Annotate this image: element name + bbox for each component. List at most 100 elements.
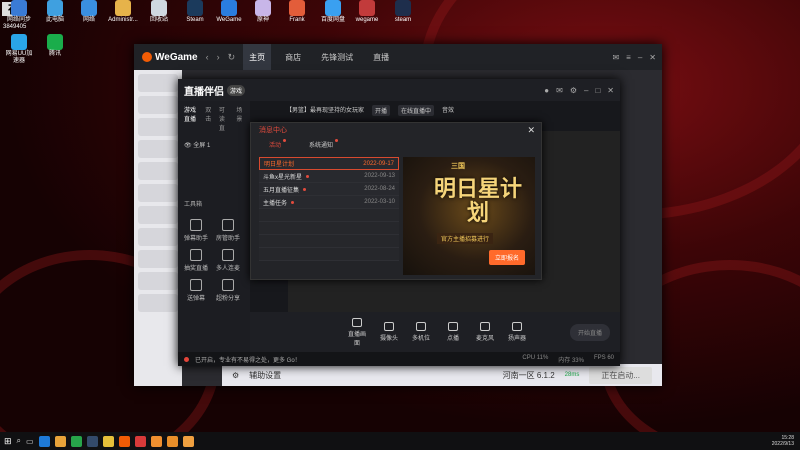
- desktop-icon[interactable]: 回收站: [144, 0, 174, 24]
- sound-effect-link[interactable]: 音效: [442, 105, 454, 116]
- speaker-button[interactable]: 扬声器: [506, 322, 528, 342]
- menu-icon[interactable]: ≡: [626, 53, 631, 62]
- launch-button[interactable]: 正在启动...: [589, 366, 652, 384]
- clock[interactable]: 15:28 2022/9/13: [772, 435, 800, 447]
- refresh-icon[interactable]: ↻: [228, 52, 236, 63]
- tab-double[interactable]: 双击: [205, 105, 213, 132]
- taskbar-app-icon[interactable]: [166, 435, 178, 447]
- camera-button[interactable]: 摄像头: [378, 322, 400, 342]
- message-item[interactable]: 明日星计划 2022-09-17: [259, 157, 399, 170]
- search-icon[interactable]: ⌕: [17, 436, 21, 446]
- tab-readable[interactable]: 可读直: [219, 105, 230, 132]
- tab-game-live[interactable]: 游戏直播: [184, 105, 199, 132]
- taskbar-app-icon[interactable]: [86, 435, 98, 447]
- screen-capture-button[interactable]: 直播画面: [346, 317, 368, 347]
- close-icon[interactable]: ✕: [527, 125, 535, 136]
- tool-label: 送弹幕: [186, 296, 205, 302]
- taskbar-app-icon[interactable]: [118, 435, 130, 447]
- sidebar-item[interactable]: [138, 206, 178, 224]
- taskbar-app-icon[interactable]: [102, 435, 114, 447]
- sidebar-item[interactable]: [138, 96, 178, 114]
- assist-settings-link[interactable]: 辅助设置: [249, 370, 281, 381]
- multi-camera-button[interactable]: 多机位: [410, 322, 432, 342]
- register-now-button[interactable]: 立即报名: [488, 250, 525, 265]
- desktop-icon[interactable]: steam: [388, 0, 418, 24]
- desktop-icon[interactable]: 网络: [74, 0, 104, 24]
- desktop-icon[interactable]: 网络同步: [4, 0, 34, 24]
- tab-live[interactable]: 直播: [367, 44, 395, 70]
- desktop-icon[interactable]: wegame: [352, 0, 382, 24]
- server-region-select[interactable]: 河南一区 6.1.2: [503, 370, 555, 381]
- maximize-icon[interactable]: □: [595, 86, 600, 95]
- mail-icon[interactable]: ✉: [612, 53, 619, 62]
- vod-button[interactable]: 点播: [442, 322, 464, 342]
- wegame-logo[interactable]: WeGame: [142, 52, 198, 63]
- game-mode-badge[interactable]: 游戏: [227, 84, 246, 96]
- minimize-icon[interactable]: –: [584, 86, 588, 95]
- desktop-icon[interactable]: 腾讯: [40, 34, 70, 58]
- sidebar-item[interactable]: [138, 250, 178, 268]
- start-menu-icon[interactable]: ⊞: [4, 436, 12, 447]
- message-item[interactable]: 斗鱼x星光新星 2022-09-13: [259, 170, 399, 183]
- tab-store[interactable]: 商店: [279, 44, 307, 70]
- message-center-dialog: 消息中心 ✕ 活动 系统通知 明日星计划 2022-09-17 斗鱼x星光新星 20…: [250, 122, 542, 280]
- desktop-icon[interactable]: 此电脑: [40, 0, 70, 24]
- mail-icon[interactable]: ✉: [556, 86, 563, 95]
- sidebar-item[interactable]: [138, 140, 178, 158]
- microphone-button[interactable]: 麦克风: [474, 322, 496, 342]
- desktop-icon[interactable]: Administr...: [108, 0, 138, 24]
- status-dot-icon: [184, 356, 189, 362]
- gear-icon[interactable]: ⚙: [232, 371, 239, 380]
- minimize-icon[interactable]: –: [638, 53, 642, 62]
- desktop-icon[interactable]: Steam: [180, 0, 210, 24]
- tool-danmaku-helper[interactable]: 弹幕助手: [182, 219, 210, 242]
- close-icon[interactable]: ✕: [649, 53, 656, 62]
- scene-item[interactable]: 👁 全屏 1: [184, 140, 244, 149]
- taskbar-app-icon[interactable]: [134, 435, 146, 447]
- desktop-icon[interactable]: 百度网盘: [318, 0, 348, 24]
- sidebar-item[interactable]: [138, 294, 178, 312]
- desktop-icon[interactable]: 原神: [248, 0, 278, 24]
- unread-dot-icon: [283, 138, 287, 142]
- sidebar-item[interactable]: [138, 74, 178, 92]
- tool-multi-mic[interactable]: 多人连麦: [214, 249, 242, 272]
- desktop-icon[interactable]: WeGame: [214, 0, 244, 24]
- tab-scene[interactable]: 场景: [236, 105, 244, 132]
- stream-title[interactable]: 【男篮】最再现坚持的女玩家: [286, 105, 364, 116]
- tool-label: 多人连麦: [215, 266, 240, 272]
- tool-send-danmaku[interactable]: 送弹幕: [182, 279, 210, 302]
- tab-pioneer-test[interactable]: 先锋测试: [315, 44, 359, 70]
- avatar[interactable]: ●: [544, 86, 549, 95]
- sidebar-item[interactable]: [138, 118, 178, 136]
- message-item[interactable]: 五月直播征集 2022-08-24: [259, 183, 399, 196]
- sidebar-item[interactable]: [138, 184, 178, 202]
- settings-icon[interactable]: ⚙: [570, 86, 577, 95]
- forward-arrow-icon[interactable]: ›: [217, 52, 220, 62]
- sidebar-item[interactable]: [138, 228, 178, 246]
- taskbar-app-icon[interactable]: [70, 435, 82, 447]
- message-item[interactable]: 主播任务 2022-03-10: [259, 196, 399, 209]
- event-banner[interactable]: 三国 明日星计划 官方主播招募进行 立即报名: [403, 157, 535, 275]
- bottom-toolbar: 直播画面 摄像头 多机位 点播 麦克风 扬声器 开始直播: [250, 312, 620, 352]
- sidebar-item[interactable]: [138, 162, 178, 180]
- sidebar-item[interactable]: [138, 272, 178, 290]
- desktop-icon-label: Administr...: [108, 17, 138, 23]
- close-icon[interactable]: ✕: [607, 86, 614, 95]
- tab-system-notice[interactable]: 系统通知: [309, 138, 339, 149]
- taskbar-app-icon[interactable]: [182, 435, 194, 447]
- desktop-icon[interactable]: 网易UU加速器: [4, 34, 34, 65]
- tab-home[interactable]: 主页: [243, 44, 272, 70]
- tab-activity[interactable]: 活动: [269, 138, 287, 149]
- desktop-icon[interactable]: Frank: [282, 0, 312, 24]
- message-date: 2022-03-10: [364, 199, 395, 205]
- taskbar-app-icon[interactable]: [38, 435, 50, 447]
- taskbar-app-icon[interactable]: [54, 435, 66, 447]
- taskbar-app-icon[interactable]: [150, 435, 162, 447]
- tool-lottery[interactable]: 抽奖直播: [182, 249, 210, 272]
- tool-super-fan[interactable]: 超粉分享: [214, 279, 242, 302]
- task-view-icon[interactable]: ▭: [26, 437, 34, 446]
- back-arrow-icon[interactable]: ‹: [206, 52, 209, 62]
- tool-room-manager[interactable]: 房管助手: [214, 219, 242, 242]
- start-live-button[interactable]: 开始直播: [569, 323, 610, 341]
- tab-live-label: 直播: [373, 52, 390, 62]
